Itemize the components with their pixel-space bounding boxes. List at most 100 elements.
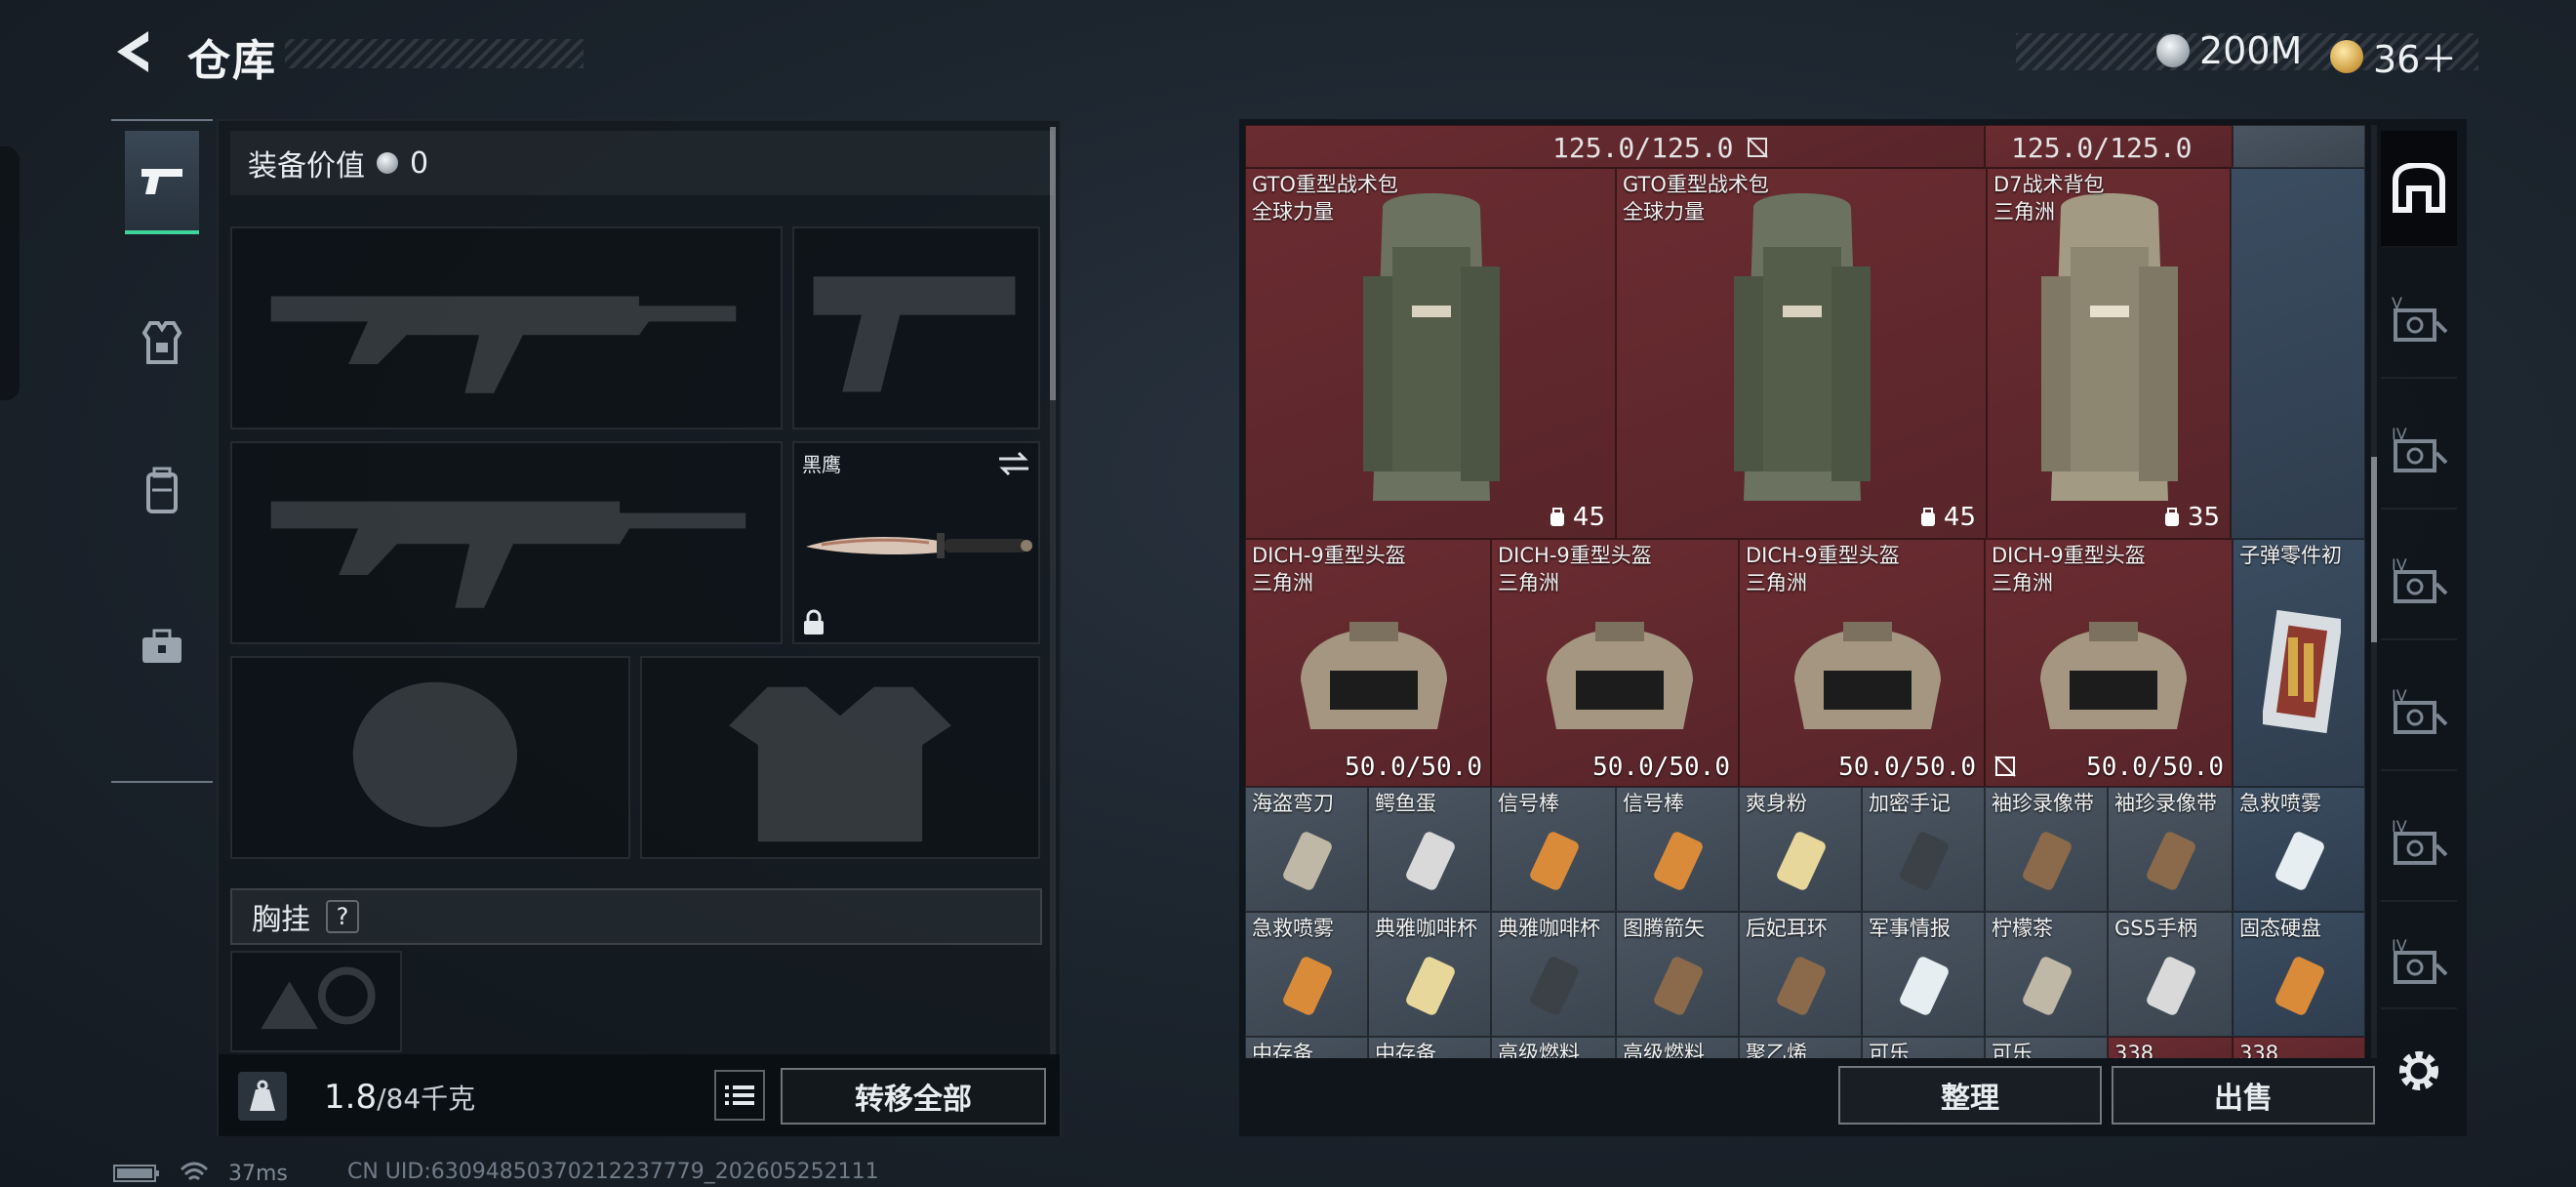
- capacity-value: 45: [1943, 503, 1976, 532]
- equipment-value: 装备价值 0: [230, 131, 1054, 195]
- tab-backpack[interactable]: [125, 439, 199, 543]
- stash-item[interactable]: 中存备: [1245, 1037, 1368, 1058]
- settings-button[interactable]: [2393, 1044, 2445, 1097]
- stash-item[interactable]: 高级燃料: [1491, 1037, 1616, 1058]
- stash-item[interactable]: 急救喷雾: [2233, 787, 2365, 912]
- stash-item-backpack[interactable]: GTO重型战术包 全球力量 45: [1245, 168, 1616, 539]
- stash-item-partial[interactable]: [2233, 125, 2365, 168]
- item-image: [1777, 832, 1826, 890]
- stash-item[interactable]: 鳄鱼蛋: [1368, 787, 1491, 912]
- stash-item[interactable]: 固态硬盘: [2233, 912, 2365, 1037]
- stash-item[interactable]: 军事情报: [1862, 912, 1985, 1037]
- tab-weapons[interactable]: [125, 131, 199, 234]
- tab-toolkit[interactable]: [125, 595, 199, 699]
- stash-item[interactable]: 爽身粉: [1739, 787, 1862, 912]
- secondary-weapon-slot[interactable]: [230, 441, 783, 644]
- stash-item[interactable]: 袖珍录像带: [1985, 787, 2108, 912]
- melee-slot[interactable]: 黑鹰: [792, 441, 1040, 644]
- stash-item[interactable]: 中存备: [1368, 1037, 1491, 1058]
- stash-item[interactable]: 信号棒: [1616, 787, 1739, 912]
- sell-button[interactable]: 出售: [2112, 1066, 2375, 1125]
- back-button[interactable]: [109, 25, 162, 78]
- stash-item-backpack[interactable]: D7战术背包 三角洲 35: [1987, 168, 2231, 539]
- stash-item[interactable]: 柠檬茶: [1985, 912, 2108, 1037]
- stash-item[interactable]: 图腾箭矢: [1616, 912, 1739, 1037]
- stash-item-ammo-box[interactable]: 子弹零件初: [2233, 539, 2365, 787]
- body-armor-slot[interactable]: [640, 656, 1040, 859]
- chest-rig-header: 胸挂 ?: [230, 888, 1042, 945]
- knife-image: [806, 533, 1032, 558]
- chest-rig-slot[interactable]: [230, 951, 402, 1052]
- item-name: DICH-9重型头盔: [1992, 544, 2146, 567]
- stash-tab-level-4[interactable]: IV: [2381, 785, 2457, 902]
- stash-item[interactable]: 可乐: [1985, 1037, 2108, 1058]
- stash-item-helmet[interactable]: DICH-9重型头盔 三角洲 50.0/50.0: [1245, 539, 1491, 787]
- stash-item[interactable]: 信号棒: [1491, 787, 1616, 912]
- stash-item[interactable]: 338: [2108, 1037, 2233, 1058]
- stash-item[interactable]: 海盗弯刀: [1245, 787, 1368, 912]
- stash-item[interactable]: 高级燃料: [1616, 1037, 1739, 1058]
- stash-item[interactable]: 典雅咖啡杯: [1368, 912, 1491, 1037]
- helmet-slot[interactable]: [230, 656, 630, 859]
- stash-item-helmet[interactable]: DICH-9重型头盔 三角洲 50.0/50.0: [1739, 539, 1985, 787]
- toolbox-icon: [142, 629, 181, 663]
- sidearm-slot[interactable]: [792, 226, 1040, 430]
- loadout-footer: 1.8/84千克 转移全部: [219, 1054, 1060, 1136]
- item-name: 高级燃料: [1623, 1042, 1705, 1058]
- stash-item[interactable]: 可乐: [1862, 1037, 1985, 1058]
- top-bar: 仓库 200M 36＋: [0, 0, 2576, 107]
- stash-item[interactable]: 338: [2233, 1037, 2365, 1058]
- loadout-panel: 装备价值 0 黑鹰 胸挂 ? 1.8/84千克 转移全部: [217, 119, 1062, 1136]
- stash-tab-level-5[interactable]: V: [2381, 262, 2457, 379]
- helmet-image: [1547, 622, 1693, 729]
- scrollbar-thumb[interactable]: [1050, 127, 1056, 400]
- item-durability: 50.0/50.0: [1345, 753, 1482, 782]
- stash-tab-level-4[interactable]: IV: [2381, 916, 2457, 1009]
- item-name: 爽身粉: [1746, 792, 1807, 815]
- stash-tab-level-4[interactable]: IV: [2381, 523, 2457, 640]
- stash-item[interactable]: 后妃耳环: [1739, 912, 1862, 1037]
- page-title: 仓库: [187, 36, 277, 86]
- stash-grid: 125.0/125.0 125.0/125.0 GTO重型战术包 全球力量 45: [1245, 125, 2365, 1058]
- gold-coin-icon: [2330, 39, 2363, 73]
- gold-currency[interactable]: 36＋: [2330, 29, 2457, 83]
- sort-button[interactable]: 整理: [1838, 1066, 2102, 1125]
- stash-empty-cell[interactable]: [2231, 168, 2365, 539]
- transfer-all-button[interactable]: 转移全部: [781, 1068, 1046, 1125]
- stash-item[interactable]: 典雅咖啡杯: [1491, 912, 1616, 1037]
- stash-item-partial[interactable]: 125.0/125.0: [1245, 125, 1985, 168]
- stash-tab-home[interactable]: [2381, 131, 2457, 248]
- swap-icon[interactable]: [997, 449, 1030, 478]
- list-view-button[interactable]: [714, 1070, 765, 1121]
- item-image: [1654, 957, 1703, 1015]
- rifle-silhouette-icon: [270, 501, 746, 608]
- item-name: 袖珍录像带: [2114, 792, 2217, 815]
- stash-item-backpack[interactable]: GTO重型战术包 全球力量 45: [1616, 168, 1987, 539]
- stash-tab-level-4[interactable]: IV: [2381, 654, 2457, 771]
- stash-tab-level-4[interactable]: IV: [2381, 392, 2457, 510]
- primary-weapon-slot[interactable]: [230, 226, 783, 430]
- stash-item[interactable]: 袖珍录像带: [2108, 787, 2233, 912]
- stash-item[interactable]: 急救喷雾: [1245, 912, 1368, 1037]
- item-durability: 125.0/125.0: [2011, 132, 2193, 164]
- stash-item-partial[interactable]: 125.0/125.0: [1985, 125, 2233, 168]
- stash-item[interactable]: 聚乙烯: [1739, 1037, 1862, 1058]
- tab-armor[interactable]: [125, 291, 199, 394]
- item-image: [1530, 957, 1579, 1015]
- stash-item[interactable]: GS5手柄: [2108, 912, 2233, 1037]
- stash-scrollbar[interactable]: [2371, 125, 2377, 1058]
- item-name: 中存备: [1252, 1042, 1313, 1058]
- stash-item[interactable]: 加密手记: [1862, 787, 1985, 912]
- stash-item-helmet[interactable]: DICH-9重型头盔 三角洲 50.0/50.0: [1491, 539, 1739, 787]
- status-bar: 37ms: [113, 1160, 288, 1187]
- loadout-scrollbar[interactable]: [1050, 127, 1056, 1058]
- item-name: 信号棒: [1498, 792, 1559, 815]
- item-faction: 全球力量: [1252, 200, 1334, 224]
- stash-item-helmet[interactable]: DICH-9重型头盔 三角洲 50.0/50.0: [1985, 539, 2233, 787]
- help-icon[interactable]: ?: [326, 900, 359, 933]
- silver-currency[interactable]: 200M: [2156, 29, 2302, 72]
- scrollbar-thumb[interactable]: [2371, 457, 2377, 642]
- item-image: [2023, 832, 2072, 890]
- item-faction: 三角洲: [1252, 571, 1313, 594]
- no-repair-icon: [1994, 756, 2016, 777]
